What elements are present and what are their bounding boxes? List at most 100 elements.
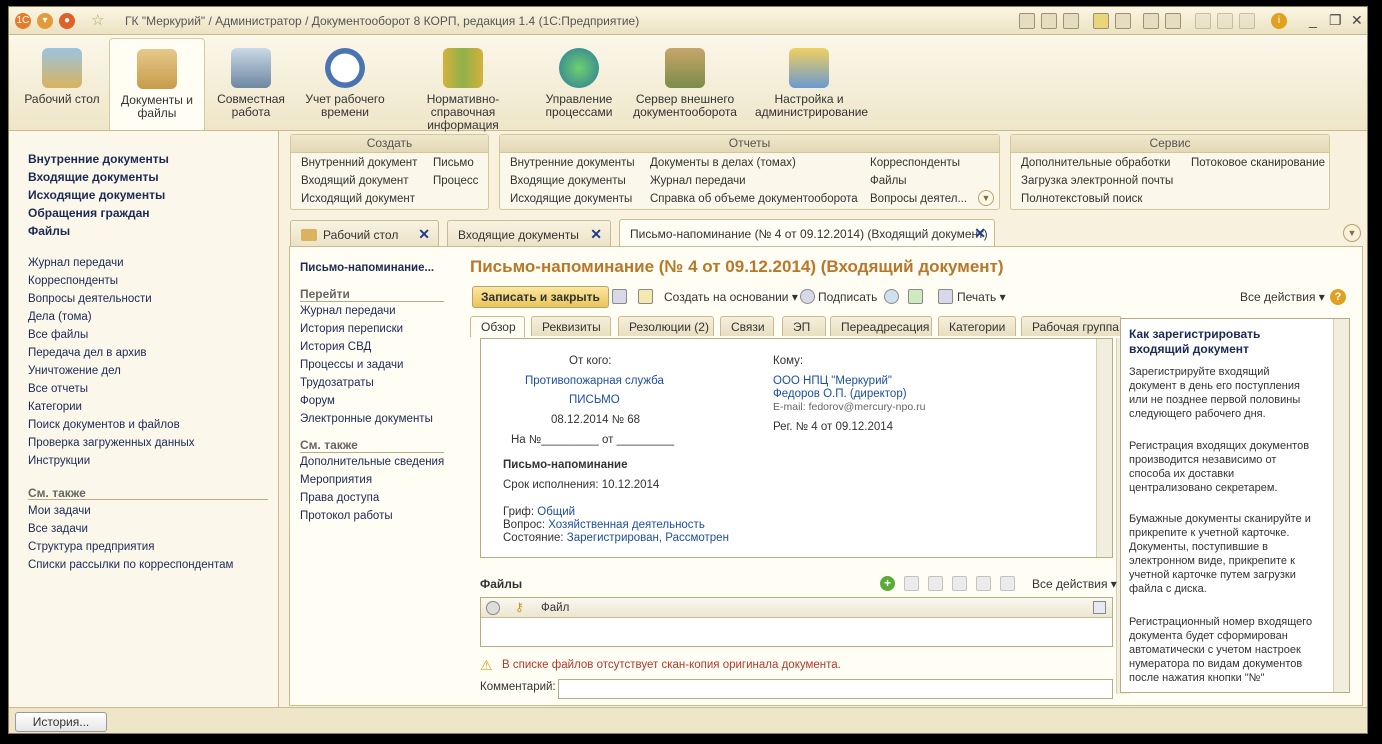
nav-link[interactable]: Уничтожение дел <box>28 365 121 377</box>
print-icon[interactable] <box>938 289 953 304</box>
nav-link[interactable]: Все файлы <box>28 329 88 341</box>
nav-link[interactable]: Поиск документов и файлов <box>28 419 180 431</box>
card-scrollbar[interactable] <box>1096 339 1112 557</box>
nav-link[interactable]: Инструкции <box>28 455 90 467</box>
form-nav-link[interactable]: Дополнительные сведения <box>300 456 444 468</box>
star-add-icon[interactable] <box>1093 13 1109 29</box>
tab-ep[interactable]: ЭП <box>782 316 826 336</box>
save-icon[interactable] <box>612 289 627 304</box>
nav-outgoing-docs[interactable]: Исходящие документы <box>28 188 165 202</box>
section-admin[interactable]: Настройка и администрирование <box>755 38 868 130</box>
minimize-icon[interactable]: _ <box>1309 12 1317 28</box>
close-tab-icon[interactable]: ✕ <box>974 225 986 242</box>
form-nav-main[interactable]: Письмо-напоминание... <box>300 262 434 274</box>
tab-incoming[interactable]: Входящие документы ✕ <box>447 220 611 246</box>
create-based-menu[interactable]: Создать на основании ▾ <box>664 290 798 304</box>
close-icon[interactable]: ✕ <box>1351 12 1363 29</box>
lock-file-icon[interactable] <box>976 576 991 591</box>
form-nav-link[interactable]: Трудозатраты <box>300 377 374 389</box>
form-nav-link[interactable]: Протокол работы <box>300 510 393 522</box>
report-link[interactable]: Журнал передачи <box>650 175 746 187</box>
edit-file-icon[interactable] <box>952 576 967 591</box>
nav-link[interactable]: Проверка загруженных данных <box>28 437 195 449</box>
sign-button[interactable]: Подписать <box>818 290 877 304</box>
m-icon[interactable] <box>1195 13 1211 29</box>
tabs-menu-chevron-icon[interactable]: ▼ <box>1343 224 1361 242</box>
close-tab-icon[interactable]: ✕ <box>418 226 430 243</box>
m-minus-icon[interactable] <box>1239 13 1255 29</box>
file-column-header[interactable]: Файл <box>541 602 569 614</box>
info-icon[interactable]: i <box>1271 13 1287 29</box>
close-tab-icon[interactable]: ✕ <box>590 226 602 243</box>
scan-icon[interactable] <box>904 576 919 591</box>
form-nav-link[interactable]: Мероприятия <box>300 474 372 486</box>
report-link[interactable]: Документы в делах (томах) <box>650 157 796 169</box>
nav-link[interactable]: Структура предприятия <box>28 541 154 553</box>
report-link[interactable]: Справка об объеме документооборота <box>650 193 858 205</box>
service-link[interactable]: Полнотекстовый поиск <box>1021 193 1142 205</box>
envelope-icon[interactable] <box>638 289 653 304</box>
history-button[interactable]: История... <box>15 712 107 732</box>
report-link[interactable]: Вопросы деятел... <box>870 193 967 205</box>
expand-chevron-icon[interactable]: ▼ <box>978 190 994 206</box>
form-nav-link[interactable]: Электронные документы <box>300 413 433 425</box>
report-link[interactable]: Исходящие документы <box>510 193 632 205</box>
tab-requisites[interactable]: Реквизиты <box>531 316 611 336</box>
nav-link[interactable]: Все задачи <box>28 523 88 535</box>
nav-incoming-docs[interactable]: Входящие документы <box>28 170 159 184</box>
nav-link[interactable]: Дела (тома) <box>28 311 92 323</box>
tab-desktop[interactable]: Рабочий стол ✕ <box>290 220 439 246</box>
report-link[interactable]: Входящие документы <box>510 175 626 187</box>
tab-categories[interactable]: Категории <box>938 316 1016 336</box>
report-link[interactable]: Внутренние документы <box>510 157 635 169</box>
create-link[interactable]: Процесс <box>433 175 478 187</box>
report-link[interactable]: Файлы <box>870 175 907 187</box>
help-icon[interactable]: ? <box>1330 289 1346 305</box>
create-link[interactable]: Исходящий документ <box>301 193 415 205</box>
add-file-icon[interactable]: + <box>880 576 895 591</box>
section-processes[interactable]: Управление процессами <box>541 38 617 130</box>
tab-current-doc[interactable]: Письмо-напоминание (№ 4 от 09.12.2014) (… <box>619 219 995 247</box>
tab-links[interactable]: Связи <box>720 316 774 336</box>
section-server[interactable]: Сервер внешнего документооборота <box>633 38 737 130</box>
service-link[interactable]: Дополнительные обработки <box>1021 157 1170 169</box>
add-record-icon[interactable] <box>908 289 923 304</box>
from-type-link[interactable]: ПИСЬМО <box>569 394 620 406</box>
nav-link[interactable]: Категории <box>28 401 82 413</box>
nav-files[interactable]: Файлы <box>28 224 70 238</box>
open-file-icon[interactable] <box>928 576 943 591</box>
calendar-icon[interactable] <box>1165 13 1181 29</box>
form-nav-link[interactable]: Процессы и задачи <box>300 359 403 371</box>
all-actions-menu[interactable]: Все действия ▾ <box>1240 290 1325 304</box>
create-link[interactable]: Входящий документ <box>301 175 409 187</box>
menu-icon[interactable]: ▾ <box>37 13 53 29</box>
favorites-star-icon[interactable]: ☆ <box>91 11 104 29</box>
tab-resolutions[interactable]: Резолюции (2) <box>618 316 714 336</box>
service-link[interactable]: Загрузка электронной почты <box>1021 175 1173 187</box>
form-nav-link[interactable]: Форум <box>300 395 335 407</box>
main-menu-icon[interactable]: ● <box>59 13 75 29</box>
create-link[interactable]: Внутренний документ <box>301 157 417 169</box>
save-icon[interactable] <box>1019 13 1035 29</box>
m-plus-icon[interactable] <box>1217 13 1233 29</box>
form-nav-link[interactable]: Журнал передачи <box>300 305 396 317</box>
files-all-actions-menu[interactable]: Все действия ▾ <box>1032 577 1117 591</box>
tab-redirect[interactable]: Переадресация <box>830 316 932 336</box>
nav-link[interactable]: Мои задачи <box>28 505 91 517</box>
to-org-link[interactable]: ООО НПЦ "Меркурий" <box>773 375 892 387</box>
print-icon[interactable] <box>1041 13 1057 29</box>
section-nsi[interactable]: Нормативно-справочная информация <box>397 38 529 132</box>
help-scrollbar[interactable] <box>1333 319 1349 692</box>
calculator-icon[interactable] <box>1143 13 1159 29</box>
column-settings-icon[interactable] <box>1093 601 1106 614</box>
section-time[interactable]: Учет рабочего времени <box>303 38 387 130</box>
state-link[interactable]: Зарегистрирован, Рассмотрен <box>567 532 729 544</box>
clock-icon[interactable] <box>884 289 899 304</box>
from-org-link[interactable]: Противопожарная служба <box>525 375 664 387</box>
section-desktop[interactable]: Рабочий стол <box>19 38 105 130</box>
tab-overview[interactable]: Обзор <box>470 316 525 337</box>
question-link[interactable]: Хозяйственная деятельность <box>548 519 705 531</box>
report-link[interactable]: Корреспонденты <box>870 157 960 169</box>
nav-link[interactable]: Все отчеты <box>28 383 88 395</box>
grif-link[interactable]: Общий <box>537 506 575 518</box>
